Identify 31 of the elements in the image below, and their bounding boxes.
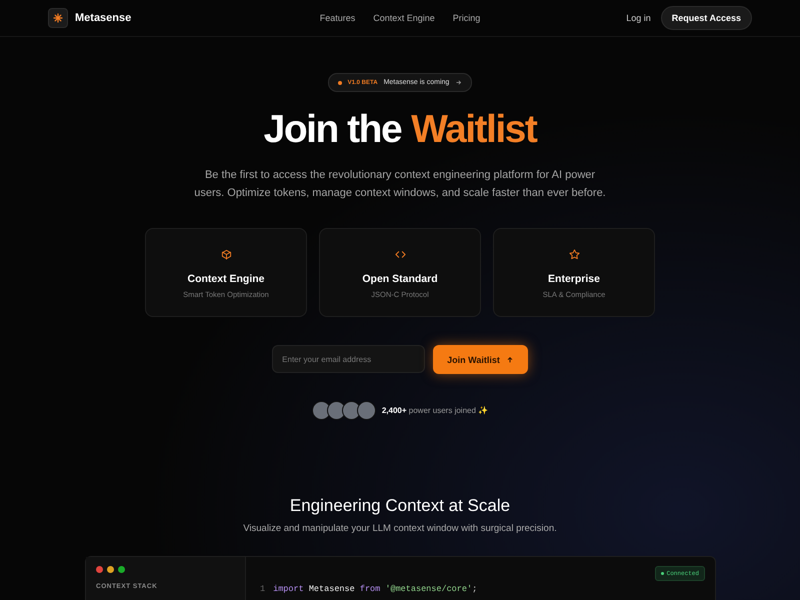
section-subtitle: Visualize and manipulate your LLM context window with surgical precision.: [243, 523, 557, 534]
minimize-dot[interactable]: [107, 566, 114, 573]
cube-icon: [220, 249, 232, 260]
status-dot: [338, 80, 342, 84]
nav-link[interactable]: Context Engine: [373, 13, 435, 23]
feature-title: Open Standard: [362, 273, 438, 285]
line-number: 1: [260, 584, 266, 594]
brand-name: Metasense: [75, 12, 132, 24]
arrow-up-icon: [506, 356, 514, 364]
nav-link[interactable]: Pricing: [452, 13, 480, 23]
request-access-button[interactable]: Request Access: [660, 6, 752, 30]
section-title: Engineering Context at Scale: [290, 496, 510, 516]
email-field[interactable]: Enter your email address: [272, 345, 426, 373]
arrow-right-icon: [455, 79, 462, 86]
hero-subtitle: Be the first to access the revolutionary context engineering platform for AI power users. Optimize tokens, manage context windows, and scale faster than ever before.: [193, 168, 607, 201]
avatar: [356, 401, 376, 420]
login-link[interactable]: Log in: [626, 13, 651, 23]
feature-title: Context Engine: [187, 273, 264, 285]
code-icon: [394, 249, 406, 260]
hero-title-highlight: Waitlist: [411, 108, 536, 152]
join-waitlist-button[interactable]: Join Waitlist: [433, 345, 528, 374]
feature-title: Enterprise: [548, 273, 600, 285]
maximize-dot[interactable]: [118, 566, 125, 573]
code-line: import Metasense from '@metasense/core';: [273, 584, 478, 594]
star-icon: [568, 249, 580, 260]
nav-link[interactable]: Features: [320, 13, 356, 23]
hero-title: Join the: [264, 108, 402, 152]
avatar: [312, 401, 331, 420]
social-proof-text: 2,400+ power users joined ✨: [382, 406, 488, 415]
logo-icon: [48, 8, 68, 28]
close-dot[interactable]: [96, 566, 103, 573]
